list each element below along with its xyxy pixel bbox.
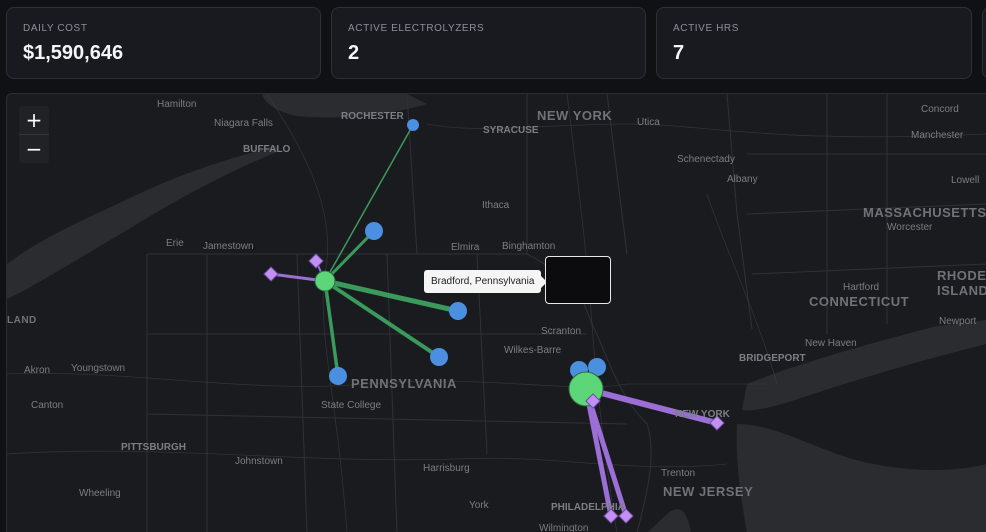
- storage-marker: [308, 253, 324, 269]
- city-label: Binghamton: [502, 241, 555, 252]
- city-label: Wheeling: [79, 488, 121, 499]
- city-label: Erie: [166, 238, 184, 249]
- city-label: PHILADELPHIA: [551, 502, 625, 513]
- region-label: RHODE: [937, 268, 986, 283]
- city-label: Lowell: [951, 175, 979, 186]
- electrolyzer-hub-bradford: [314, 270, 336, 292]
- city-label: BUFFALO: [243, 144, 290, 155]
- city-label: Manchester: [911, 130, 964, 141]
- map-panel[interactable]: NEW YORK PENNSYLVANIA MASSACHUSETTS CONN…: [6, 93, 986, 532]
- stat-card-partial: [982, 7, 986, 79]
- city-label: Utica: [637, 117, 660, 128]
- city-label: New Haven: [805, 338, 857, 349]
- city-label: Trenton: [661, 468, 695, 479]
- city-label: York: [469, 500, 490, 511]
- stat-label: ACTIVE HRS: [673, 23, 740, 34]
- region-label: NEW YORK: [537, 108, 612, 123]
- region-label: NEW JERSEY: [663, 484, 753, 499]
- city-label: Newport: [939, 316, 976, 327]
- zoom-in-button[interactable]: +: [19, 106, 49, 134]
- city-label: Ithaca: [482, 200, 510, 211]
- zoom-out-button[interactable]: −: [19, 134, 49, 163]
- stat-label: DAILY COST: [23, 23, 88, 34]
- city-label: Niagara Falls: [214, 118, 273, 129]
- region-label: PENNSYLVANIA: [351, 376, 457, 391]
- purple-flows: [269, 260, 720, 519]
- city-label: Akron: [24, 365, 50, 376]
- road: [7, 450, 728, 468]
- stat-value: 7: [673, 42, 685, 64]
- city-label: PITTSBURGH: [121, 442, 186, 453]
- city-label: Concord: [921, 104, 959, 115]
- flow-line: [323, 279, 340, 378]
- demand-node: [407, 119, 419, 131]
- atlantic: [736, 424, 986, 532]
- demand-node: [449, 302, 467, 320]
- stat-card-active-hrs: ACTIVE HRS 7: [656, 7, 972, 79]
- flow-line: [324, 124, 414, 282]
- demand-node: [329, 367, 347, 385]
- location-tooltip: Bradford, Pennsylvania: [424, 270, 548, 293]
- delaware-bay: [648, 509, 691, 532]
- stat-label: ACTIVE ELECTROLYZERS: [348, 23, 485, 34]
- city-label: BRIDGEPORT: [739, 353, 806, 364]
- lake-erie: [7, 146, 277, 299]
- region-label: CONNECTICUT: [809, 294, 909, 309]
- storage-marker: [263, 266, 279, 282]
- city-label: NEW YORK: [675, 409, 731, 420]
- long-island-sound: [742, 320, 986, 411]
- state-border-ny-ne: [726, 94, 753, 330]
- city-label: Wilmington: [539, 523, 588, 532]
- selection-box: [545, 256, 611, 304]
- city-label: Elmira: [451, 242, 480, 253]
- stat-card-daily-cost: DAILY COST $1,590,646: [6, 7, 321, 79]
- city-label: Hartford: [843, 282, 879, 293]
- city-label: Hamilton: [157, 99, 196, 110]
- demand-node: [430, 348, 448, 366]
- city-label: ROCHESTER: [341, 111, 405, 122]
- region-label: ISLAND: [937, 283, 986, 298]
- city-label: Scranton: [541, 326, 581, 337]
- stat-value: $1,590,646: [23, 42, 124, 64]
- city-label: State College: [321, 400, 381, 411]
- region-label: MASSACHUSETTS: [863, 205, 986, 220]
- city-label: Youngstown: [71, 363, 125, 374]
- region-label: LAND: [7, 315, 37, 326]
- storage-markers: [263, 253, 725, 524]
- city-label: Harrisburg: [423, 463, 470, 474]
- city-label: Jamestown: [203, 241, 254, 252]
- city-label: Johnstown: [235, 456, 283, 467]
- city-label: Schenectady: [677, 154, 735, 165]
- stat-value: 2: [348, 42, 360, 64]
- map-canvas[interactable]: NEW YORK PENNSYLVANIA MASSACHUSETTS CONN…: [7, 94, 986, 532]
- city-label: SYRACUSE: [483, 125, 539, 136]
- zoom-control: + −: [19, 106, 49, 163]
- city-label: Albany: [727, 174, 758, 185]
- stat-card-active-electrolyzers: ACTIVE ELECTROLYZERS 2: [331, 7, 646, 79]
- city-label: Wilkes-Barre: [504, 345, 562, 356]
- city-label: Worcester: [887, 222, 933, 233]
- green-flows: [322, 124, 461, 378]
- city-label: Canton: [31, 400, 63, 411]
- demand-node: [365, 222, 383, 240]
